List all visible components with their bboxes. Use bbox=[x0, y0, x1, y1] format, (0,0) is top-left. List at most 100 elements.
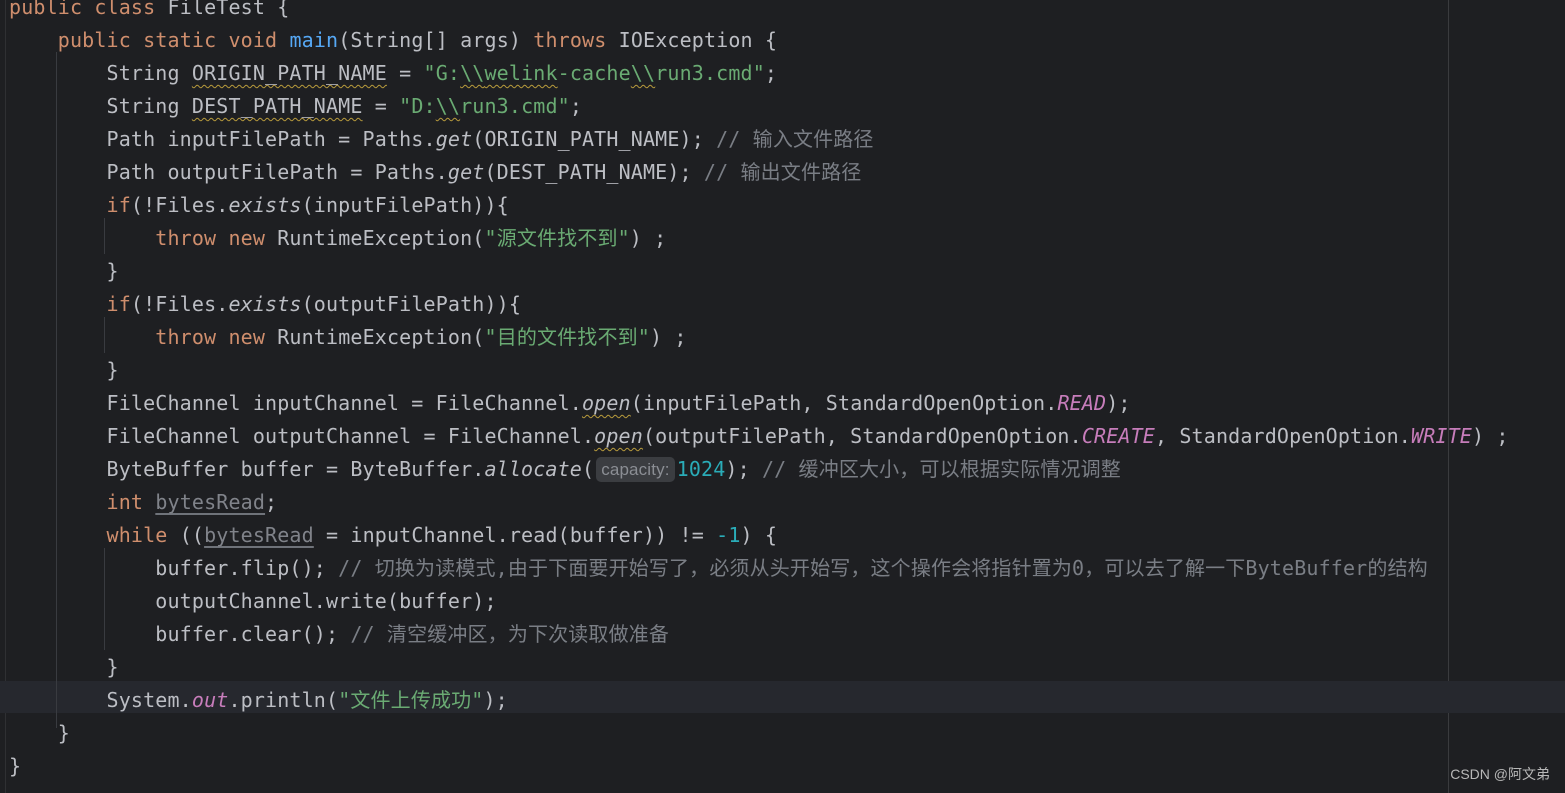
code-token: get bbox=[447, 160, 485, 184]
code-token: ) ; bbox=[629, 226, 667, 250]
code-line[interactable]: FileChannel inputChannel = FileChannel.o… bbox=[9, 387, 1131, 420]
code-token: allocate bbox=[484, 457, 582, 481]
code-line[interactable]: ByteBuffer buffer = ByteBuffer.allocate(… bbox=[9, 453, 1121, 486]
code-token: (!Files. bbox=[130, 193, 229, 217]
code-line[interactable]: buffer.flip(); // 切换为读模式,由于下面要开始写了，必须从头开… bbox=[9, 552, 1428, 585]
code-token: "目的文件找不到" bbox=[484, 325, 650, 349]
code-token: } bbox=[9, 655, 119, 679]
code-line[interactable]: while ((bytesRead = inputChannel.read(bu… bbox=[9, 519, 777, 552]
code-token: throws bbox=[533, 28, 607, 52]
code-line[interactable]: public static void main(String[] args) t… bbox=[9, 24, 777, 57]
code-token: ) { bbox=[740, 523, 778, 547]
code-token: int bbox=[106, 490, 144, 514]
code-token: ) ; bbox=[649, 325, 687, 349]
code-line[interactable]: String DEST_PATH_NAME = "D:\\run3.cmd"; bbox=[9, 90, 582, 123]
code-line[interactable]: } bbox=[9, 354, 119, 387]
code-token: if bbox=[106, 292, 131, 316]
code-token: exists bbox=[228, 193, 302, 217]
code-line[interactable]: String ORIGIN_PATH_NAME = "G:\\welink-ca… bbox=[9, 57, 777, 90]
code-token: RuntimeException( bbox=[265, 325, 485, 349]
code-token: FileChannel inputChannel = FileChannel. bbox=[9, 391, 582, 415]
code-token: ) ; bbox=[1471, 424, 1509, 448]
code-line[interactable]: Path inputFilePath = Paths.get(ORIGIN_PA… bbox=[9, 123, 874, 156]
code-line[interactable]: } bbox=[9, 255, 119, 288]
code-line[interactable]: int bytesRead; bbox=[9, 486, 278, 519]
code-token: "文件上传成功" bbox=[338, 688, 484, 712]
code-token: throw bbox=[155, 325, 217, 349]
code-line[interactable]: } bbox=[9, 750, 21, 783]
code-token: } bbox=[9, 259, 119, 283]
code-token: ); bbox=[1106, 391, 1131, 415]
code-token: String bbox=[9, 61, 192, 85]
code-token: new bbox=[228, 325, 266, 349]
code-token: (inputFilePath)){ bbox=[301, 193, 509, 217]
code-line[interactable]: Path outputFilePath = Paths.get(DEST_PAT… bbox=[9, 156, 862, 189]
code-token: ( bbox=[581, 457, 595, 481]
code-token: (outputFilePath, StandardOpenOption. bbox=[642, 424, 1082, 448]
code-token: run3.cmd" bbox=[460, 94, 570, 118]
code-token: open bbox=[581, 391, 631, 415]
code-token: \\ bbox=[460, 61, 485, 85]
code-token: void bbox=[228, 28, 278, 52]
code-line[interactable]: throw new RuntimeException("源文件找不到") ; bbox=[9, 222, 666, 255]
gutter-divider bbox=[5, 0, 6, 793]
code-line[interactable]: if(!Files.exists(inputFilePath)){ bbox=[9, 189, 509, 222]
code-line[interactable]: public class FileTest { bbox=[9, 0, 289, 24]
code-line[interactable]: } bbox=[9, 651, 119, 684]
code-token: main bbox=[289, 28, 339, 52]
code-token: // 输入文件路径 bbox=[716, 127, 874, 151]
code-token: buffer.flip(); bbox=[9, 556, 339, 580]
code-line[interactable]: if(!Files.exists(outputFilePath)){ bbox=[9, 288, 521, 321]
code-token: outputChannel.write(buffer); bbox=[9, 589, 497, 613]
code-token: ByteBuffer buffer = ByteBuffer. bbox=[9, 457, 485, 481]
code-token: while bbox=[106, 523, 168, 547]
code-token: DEST_PATH_NAME bbox=[191, 94, 363, 118]
code-token: throw bbox=[155, 226, 217, 250]
code-line[interactable]: buffer.clear(); // 清空缓冲区，为下次读取做准备 bbox=[9, 618, 669, 651]
code-token: WRITE bbox=[1411, 424, 1472, 448]
code-token: \\ bbox=[630, 61, 656, 85]
code-token: get bbox=[435, 127, 473, 151]
code-line[interactable]: outputChannel.write(buffer); bbox=[9, 585, 497, 618]
code-editor[interactable]: public class FileTest { public static vo… bbox=[0, 0, 1565, 793]
code-token: welink bbox=[484, 61, 558, 85]
code-token: } bbox=[9, 754, 22, 778]
code-token: ; bbox=[265, 490, 278, 514]
code-token: = bbox=[386, 61, 424, 85]
code-token: CREATE bbox=[1081, 424, 1155, 448]
code-token: = bbox=[362, 94, 400, 118]
code-token: ); bbox=[725, 457, 762, 481]
code-token: "D: bbox=[399, 94, 436, 118]
code-token: buffer.clear(); bbox=[9, 622, 351, 646]
code-token: // 缓冲区大小，可以根据实际情况调整 bbox=[761, 457, 1121, 481]
code-token: "G: bbox=[423, 61, 461, 85]
code-token: } bbox=[9, 358, 119, 382]
code-token: ORIGIN_PATH_NAME bbox=[191, 61, 387, 85]
code-token: (!Files. bbox=[130, 292, 229, 316]
code-token: -cache bbox=[557, 61, 631, 85]
code-token: bytesRead bbox=[204, 523, 314, 547]
code-token: ); bbox=[483, 688, 508, 712]
code-token: "源文件找不到" bbox=[484, 226, 630, 250]
code-line[interactable]: System.out.println("文件上传成功"); bbox=[9, 684, 508, 717]
code-token: (DEST_PATH_NAME); bbox=[484, 160, 704, 184]
code-line[interactable]: throw new RuntimeException("目的文件找不到") ; bbox=[9, 321, 687, 354]
code-token: FileTest { bbox=[155, 0, 290, 19]
code-token: ; bbox=[764, 61, 778, 85]
code-token: // 清空缓冲区，为下次读取做准备 bbox=[350, 622, 670, 646]
code-line[interactable]: } bbox=[9, 717, 70, 750]
code-token: (outputFilePath)){ bbox=[301, 292, 522, 316]
code-token: System. bbox=[9, 688, 192, 712]
code-token: (String[] args) bbox=[338, 28, 534, 52]
code-line[interactable]: FileChannel outputChannel = FileChannel.… bbox=[9, 420, 1509, 453]
code-token: class bbox=[94, 0, 156, 19]
code-token: .println( bbox=[228, 688, 339, 712]
